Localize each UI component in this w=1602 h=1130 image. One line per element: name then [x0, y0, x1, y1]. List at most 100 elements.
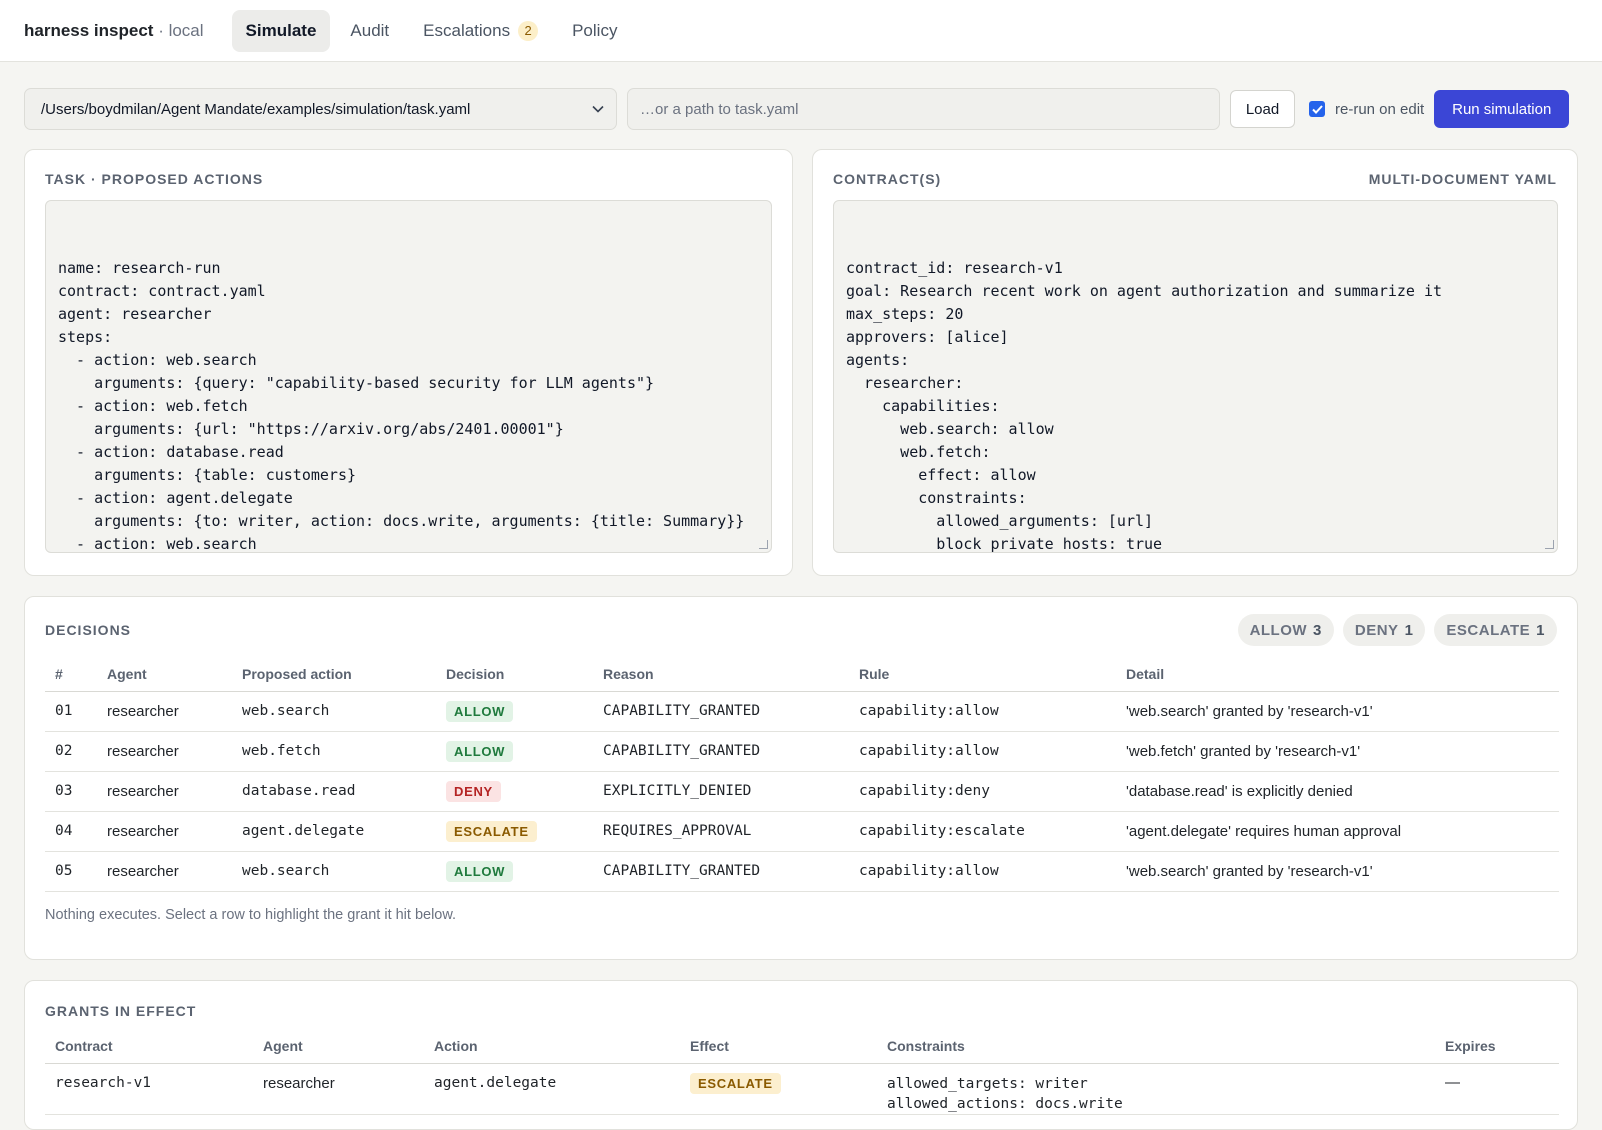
row-action: web.search [232, 851, 436, 892]
tab-simulate[interactable]: Simulate [231, 9, 331, 52]
row-number: 02 [45, 731, 97, 772]
row-decision: ALLOW [436, 731, 593, 772]
row-decision: ALLOW [436, 851, 593, 892]
row-action: database.read [232, 771, 436, 812]
pill-count: 3 [1313, 621, 1322, 639]
column-header: Effect [680, 1029, 877, 1064]
grant-constraints: allowed_targets: writer allowed_actions:… [877, 1063, 1435, 1115]
grant-action: agent.delegate [424, 1063, 680, 1115]
row-agent: researcher [97, 771, 232, 812]
decision-row[interactable]: 03 researcher database.read DENY EXPLICI… [45, 771, 1559, 812]
column-header: Proposed action [232, 657, 436, 692]
row-decision: DENY [436, 771, 593, 812]
tab-label: Simulate [245, 20, 317, 40]
decisions-header-row: # Agent Proposed action Decision Reason … [45, 657, 1559, 692]
column-header: Detail [1116, 657, 1559, 692]
resize-handle-icon[interactable] [759, 540, 768, 549]
escalate-count-pill[interactable]: ESCALATE 1 [1434, 614, 1557, 646]
row-reason: CAPABILITY_GRANTED [593, 731, 849, 772]
contract-panel-subtitle: MULTI-DOCUMENT YAML [1368, 171, 1557, 187]
decision-summary: ALLOW 3 DENY 1 ESCALATE 1 [1237, 614, 1557, 646]
column-header: Agent [253, 1029, 424, 1064]
decision-badge: ALLOW [446, 740, 514, 762]
rerun-on-edit-toggle[interactable]: re-run on edit [1309, 101, 1424, 118]
simulation-toolbar: /Users/boydmilan/Agent Mandate/examples/… [24, 88, 1578, 130]
row-number: 05 [45, 851, 97, 892]
tab-audit[interactable]: Audit [336, 10, 403, 52]
decisions-table: # Agent Proposed action Decision Reason … [45, 657, 1559, 892]
decision-badge: ALLOW [446, 860, 514, 882]
contract-panel: CONTRACT(S) MULTI-DOCUMENT YAML contract… [812, 149, 1578, 576]
row-number: 03 [45, 771, 97, 812]
decision-badge: ESCALATE [446, 820, 537, 842]
decisions-title: DECISIONS [45, 622, 132, 638]
deny-count-pill[interactable]: DENY 1 [1342, 614, 1426, 646]
row-reason: EXPLICITLY_DENIED [593, 771, 849, 812]
grant-row[interactable]: research-v1 researcher agent.delegate ES… [45, 1063, 1559, 1115]
app-brand: harness inspect · local [24, 21, 204, 41]
row-reason: CAPABILITY_GRANTED [593, 691, 849, 732]
task-yaml-content: name: research-run contract: contract.ya… [58, 259, 745, 553]
row-agent: researcher [97, 731, 232, 772]
column-header: Agent [97, 657, 232, 692]
tab-escalations[interactable]: Escalations 2 [409, 10, 552, 52]
decision-row[interactable]: 01 researcher web.search ALLOW CAPABILIT… [45, 691, 1559, 732]
decision-row[interactable]: 04 researcher agent.delegate ESCALATE RE… [45, 811, 1559, 852]
grant-agent: researcher [253, 1063, 424, 1115]
main-tabs: Simulate Audit Escalations 2 Policy [231, 9, 632, 52]
decision-badge: DENY [446, 780, 501, 802]
pill-label: DENY [1354, 621, 1399, 639]
pill-count: 1 [1404, 621, 1414, 639]
column-header: Expires [1435, 1029, 1559, 1064]
tab-label: Escalations [423, 20, 511, 40]
top-bar: harness inspect · local Simulate Audit E… [0, 0, 1602, 62]
run-simulation-button[interactable]: Run simulation [1434, 90, 1570, 128]
contract-yaml-content: contract_id: research-v1 goal: Research … [846, 259, 1443, 553]
row-reason: CAPABILITY_GRANTED [593, 851, 849, 892]
task-file-select-value: /Users/boydmilan/Agent Mandate/examples/… [41, 100, 471, 118]
column-header: Reason [593, 657, 849, 692]
grant-expires: — [1435, 1063, 1559, 1115]
row-action: agent.delegate [232, 811, 436, 852]
row-rule: capability:deny [849, 771, 1116, 812]
row-detail: 'web.search' granted by 'research-v1' [1116, 691, 1559, 732]
row-decision: ESCALATE [436, 811, 593, 852]
app-env: · local [158, 20, 204, 40]
column-header: Constraints [877, 1029, 1435, 1064]
row-decision: ALLOW [436, 691, 593, 732]
decision-badge: ALLOW [446, 700, 514, 722]
column-header: Contract [45, 1029, 253, 1064]
row-number: 01 [45, 691, 97, 732]
allow-count-pill[interactable]: ALLOW 3 [1237, 614, 1334, 646]
app-name: harness inspect [24, 20, 154, 40]
decision-row[interactable]: 02 researcher web.fetch ALLOW CAPABILITY… [45, 731, 1559, 772]
pill-label: ALLOW [1249, 621, 1308, 639]
row-rule: capability:allow [849, 851, 1116, 892]
row-agent: researcher [97, 691, 232, 732]
load-button[interactable]: Load [1230, 90, 1295, 128]
task-path-input[interactable] [627, 88, 1220, 130]
pill-count: 1 [1536, 621, 1545, 639]
row-detail: 'database.read' is explicitly denied [1116, 771, 1559, 812]
decisions-footnote: Nothing executes. Select a row to highli… [45, 907, 457, 923]
task-file-select[interactable]: /Users/boydmilan/Agent Mandate/examples/… [24, 88, 617, 130]
row-detail: 'agent.delegate' requires human approval [1116, 811, 1559, 852]
row-agent: researcher [97, 811, 232, 852]
decision-row[interactable]: 05 researcher web.search ALLOW CAPABILIT… [45, 851, 1559, 892]
rerun-checkbox[interactable] [1309, 101, 1325, 117]
contract-yaml-editor[interactable]: contract_id: research-v1 goal: Research … [833, 200, 1558, 553]
row-rule: capability:escalate [849, 811, 1116, 852]
effect-badge: ESCALATE [690, 1072, 781, 1094]
row-action: web.fetch [232, 731, 436, 772]
decisions-panel: DECISIONS ALLOW 3 DENY 1 ESCALATE 1 # Agent… [24, 596, 1578, 960]
row-number: 04 [45, 811, 97, 852]
grants-table: Contract Agent Action Effect Constraints… [45, 1029, 1559, 1115]
task-panel-title: TASK · PROPOSED ACTIONS [45, 171, 264, 187]
resize-handle-icon[interactable] [1545, 540, 1554, 549]
row-reason: REQUIRES_APPROVAL [593, 811, 849, 852]
rerun-label: re-run on edit [1335, 100, 1425, 118]
task-yaml-editor[interactable]: name: research-run contract: contract.ya… [45, 200, 772, 553]
tab-policy[interactable]: Policy [558, 10, 631, 52]
column-header: Action [424, 1029, 680, 1064]
tab-label: Audit [350, 20, 390, 40]
